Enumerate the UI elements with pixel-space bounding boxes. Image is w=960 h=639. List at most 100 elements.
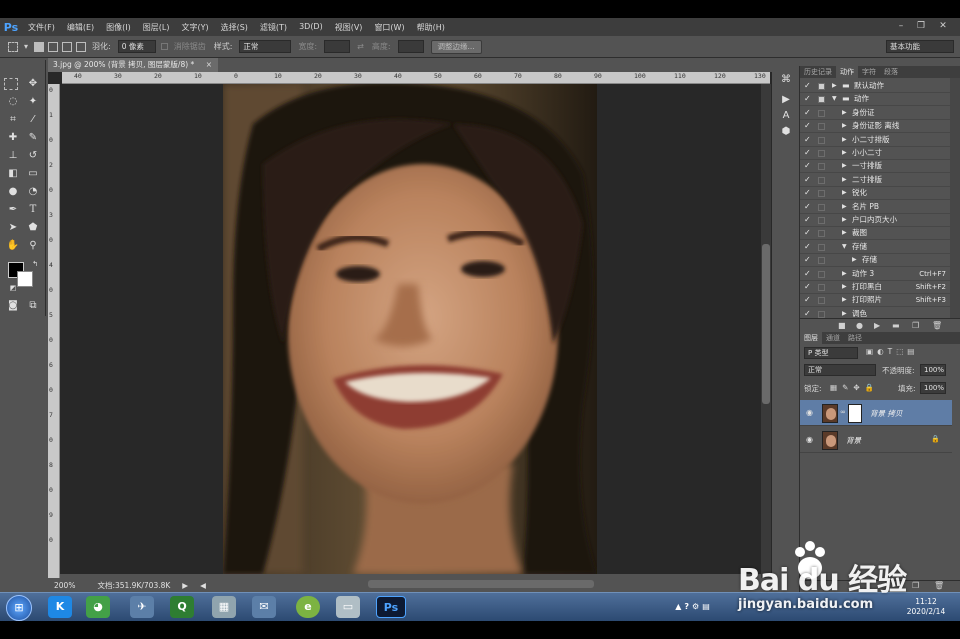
shape-tool-icon[interactable]: ⬟ [24, 220, 42, 236]
action-row[interactable]: ✓ ▶ 名片 PB [800, 201, 950, 214]
dialog-toggle-box[interactable] [818, 284, 825, 291]
menu-item[interactable]: 视图(V) [329, 22, 369, 33]
collapsed-triangle-icon[interactable]: ▶ [842, 134, 847, 146]
layer-mask-thumbnail[interactable] [848, 404, 862, 423]
check-icon[interactable]: ✓ [804, 120, 811, 132]
layer-row[interactable]: ◉ 背景 🔒 [800, 427, 952, 453]
check-icon[interactable]: ✓ [804, 134, 811, 146]
collapsed-triangle-icon[interactable]: ▶ [842, 187, 847, 199]
expanded-triangle-icon[interactable]: ▼ [842, 241, 847, 253]
stop-icon[interactable]: ■ [838, 321, 846, 330]
eraser-tool-icon[interactable]: ◧ [4, 166, 22, 182]
zoom-level[interactable]: 200% [54, 581, 75, 590]
delete-action-icon[interactable]: 🗑 [932, 321, 942, 330]
action-row[interactable]: ✓ ▼ 存储 [800, 241, 950, 254]
delete-layer-icon[interactable]: 🗑 [934, 581, 944, 590]
character-panel-icon[interactable]: A [777, 108, 795, 124]
panel-tab[interactable]: 图层 [800, 332, 822, 344]
play-icon[interactable]: ▶ [874, 321, 880, 330]
clone-stamp-icon[interactable]: ⊥ [4, 148, 22, 164]
menu-item[interactable]: 帮助(H) [411, 22, 451, 33]
brush-tool-icon[interactable]: ✎ [24, 130, 42, 146]
menu-item[interactable]: 图层(L) [137, 22, 176, 33]
start-button[interactable]: ⊞ [6, 595, 32, 621]
dialog-toggle-box[interactable] [818, 190, 825, 198]
3d-panel-icon[interactable]: ⬢ [777, 124, 795, 140]
check-icon[interactable]: ✓ [804, 107, 811, 119]
collapsed-triangle-icon[interactable]: ▶ [832, 80, 837, 92]
collapsed-triangle-icon[interactable]: ▶ [842, 160, 847, 172]
check-icon[interactable]: ✓ [804, 294, 811, 306]
vertical-scroll-thumb[interactable] [762, 244, 770, 404]
panel-tab[interactable]: 动作 [836, 66, 858, 78]
action-row[interactable]: ✓ ▶ 裁图 [800, 227, 950, 241]
check-icon[interactable]: ✓ [804, 214, 811, 226]
dialog-toggle-box[interactable] [818, 243, 825, 251]
layer-row[interactable]: ◉ ∞ 背景 拷贝 [800, 400, 952, 426]
dialog-toggle-box[interactable] [818, 270, 825, 278]
workspace-select[interactable]: 基本功能 [886, 40, 954, 53]
dialog-toggle-box[interactable] [818, 310, 825, 318]
add-selection-icon[interactable] [48, 41, 59, 52]
new-set-icon[interactable]: ▬ [892, 321, 900, 330]
collapsed-triangle-icon[interactable]: ▶ [842, 227, 847, 239]
history-brush-icon[interactable]: ↺ [24, 148, 42, 164]
dialog-toggle-box[interactable] [818, 163, 825, 171]
magic-wand-icon[interactable]: ✦ [24, 94, 42, 110]
dialog-toggle-box[interactable] [818, 123, 825, 131]
browser-icon[interactable]: e [296, 596, 320, 618]
pen-tool-icon[interactable]: ✒ [4, 202, 22, 218]
system-clock[interactable]: 11:12 2020/2/14 [896, 597, 956, 617]
visibility-eye-icon[interactable]: ◉ [806, 408, 813, 417]
opacity-input[interactable]: 100% [920, 364, 946, 376]
action-row[interactable]: ✓ ▶ 打印黑白 Shift+F2 [800, 281, 950, 294]
collapsed-triangle-icon[interactable]: ▶ [842, 268, 847, 280]
fill-input[interactable]: 100% [920, 382, 946, 394]
gradient-tool-icon[interactable]: ▭ [24, 166, 42, 182]
collapsed-triangle-icon[interactable]: ▶ [842, 214, 847, 226]
dialog-toggle-box[interactable] [818, 150, 825, 157]
visibility-eye-icon[interactable]: ◉ [806, 435, 813, 444]
dialog-toggle-box[interactable] [818, 257, 825, 265]
layer-name[interactable]: 背景 [846, 435, 861, 446]
window-app-icon[interactable]: ▭ [336, 596, 360, 618]
layer-thumbnail[interactable] [822, 404, 838, 423]
menu-item[interactable]: 选择(S) [215, 22, 254, 33]
quick-mask-icon[interactable]: ◙ [4, 298, 22, 314]
check-icon[interactable]: ✓ [804, 201, 811, 213]
minimize-button[interactable]: – [894, 20, 908, 32]
lock-icons[interactable]: ▦✎✥🔒 [830, 383, 879, 392]
tray-icons[interactable]: ▲?⚙▤ [664, 596, 724, 618]
antialias-checkbox[interactable] [160, 43, 168, 50]
iqiyi-icon[interactable]: Q [170, 596, 194, 618]
lasso-tool-icon[interactable]: ◌ [4, 94, 22, 110]
collapsed-triangle-icon[interactable]: ▶ [842, 120, 847, 132]
menu-item[interactable]: 窗口(W) [368, 22, 410, 33]
action-row[interactable]: ✓ ▶ 锐化 [800, 187, 950, 201]
type-tool-icon[interactable]: T [24, 202, 42, 218]
check-icon[interactable]: ✓ [804, 254, 811, 266]
action-row[interactable]: ✓ ▶ 打印照片 Shift+F3 [800, 294, 950, 308]
bird-app-icon[interactable]: ✈ [130, 596, 154, 618]
path-selection-icon[interactable]: ➤ [4, 220, 22, 236]
action-row[interactable]: ✓ ▶ 二寸排版 [800, 174, 950, 187]
dialog-toggle-box[interactable] [818, 297, 825, 305]
panel-tab[interactable]: 路径 [844, 332, 866, 344]
collapsed-triangle-icon[interactable]: ▶ [842, 147, 847, 159]
check-icon[interactable]: ✓ [804, 187, 811, 199]
new-layer-icon[interactable]: ❐ [912, 581, 919, 590]
collapsed-triangle-icon[interactable]: ▶ [842, 201, 847, 213]
dialog-toggle-box[interactable] [818, 96, 825, 104]
move-tool-icon[interactable]: ✥ [24, 76, 42, 92]
actions-scrollbar[interactable] [950, 78, 960, 318]
check-icon[interactable]: ✓ [804, 268, 811, 280]
menu-item[interactable]: 滤镜(T) [254, 22, 293, 33]
calculator-icon[interactable]: ▦ [212, 596, 236, 618]
dialog-toggle-box[interactable] [818, 109, 825, 117]
default-colors-icon[interactable]: ◩ [4, 280, 22, 296]
feishu-icon[interactable]: ✉ [252, 596, 276, 618]
crop-tool-icon[interactable]: ⌗ [4, 112, 22, 128]
rect-marquee-icon[interactable] [8, 41, 18, 52]
menu-item[interactable]: 编辑(E) [61, 22, 100, 33]
close-button[interactable]: ✕ [936, 20, 950, 32]
